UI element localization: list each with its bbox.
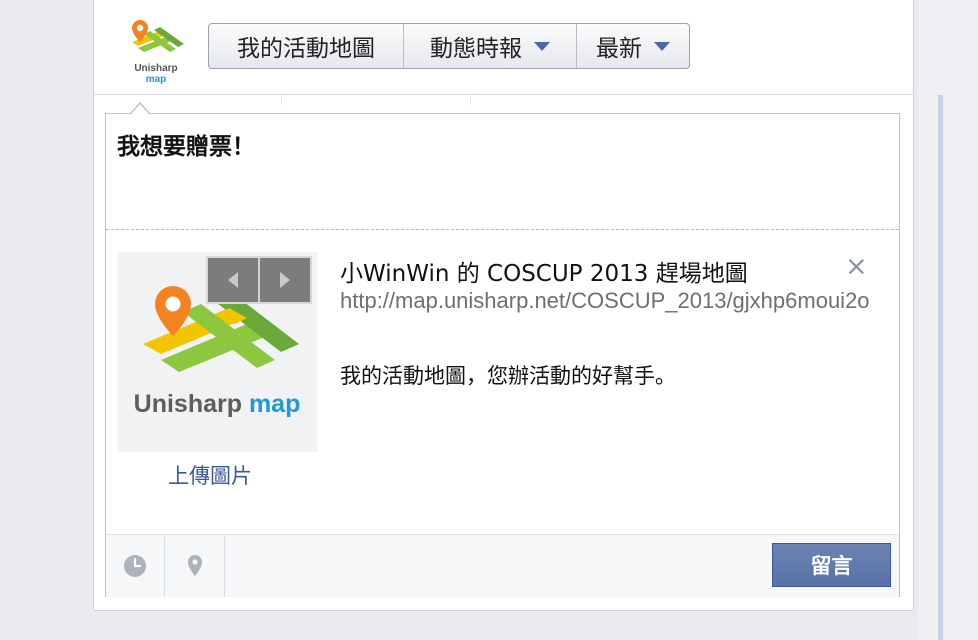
- tab-divider: [281, 95, 282, 105]
- link-preview-description[interactable]: 我的活動地圖，您辦活動的好幫手。: [340, 360, 676, 390]
- location-button[interactable]: [166, 535, 225, 597]
- previous-thumbnail-button[interactable]: [208, 258, 260, 302]
- app-logo[interactable]: Unisharp map: [124, 16, 188, 85]
- view-switcher: 我的活動地圖 動態時報 最新: [208, 23, 690, 69]
- close-icon[interactable]: ×: [845, 252, 868, 282]
- timeline-label: 動態時報: [430, 36, 522, 62]
- thumbnail-brand-text: Unisharp map: [133, 390, 301, 418]
- preview-separator: [106, 229, 899, 230]
- arrow-left-icon: [228, 272, 238, 288]
- latest-dropdown[interactable]: 最新: [577, 24, 689, 68]
- header-divider: [93, 94, 914, 95]
- right-divider: [938, 95, 943, 640]
- my-activity-map-button[interactable]: 我的活動地圖: [209, 24, 404, 68]
- map-logo-icon: [132, 20, 184, 52]
- next-thumbnail-button[interactable]: [260, 258, 310, 302]
- logo-text: Unisharp map: [134, 63, 178, 85]
- link-preview-title[interactable]: 小WinWin 的 COSCUP 2013 趕場地圖: [340, 254, 748, 288]
- post-button[interactable]: 留言: [772, 543, 891, 587]
- right-side-panel: [918, 0, 978, 640]
- tab-divider: [470, 95, 471, 105]
- timeline-dropdown[interactable]: 動態時報: [404, 24, 577, 68]
- status-input-text[interactable]: 我想要贈票！: [117, 127, 255, 161]
- thumbnail-pager: [206, 256, 312, 304]
- latest-label: 最新: [596, 36, 642, 62]
- schedule-button[interactable]: [106, 535, 165, 597]
- chevron-down-icon: [654, 41, 670, 51]
- my-activity-map-label: 我的活動地圖: [237, 36, 375, 62]
- composer-pointer-inner: [131, 104, 149, 114]
- link-preview-url[interactable]: http://map.unisharp.net/COSCUP_2013/gjxh…: [340, 286, 896, 316]
- chevron-down-icon: [534, 41, 550, 51]
- arrow-right-icon: [280, 272, 290, 288]
- location-pin-icon: [188, 555, 202, 576]
- clock-icon: [124, 555, 146, 577]
- upload-photo-link[interactable]: 上傳圖片: [168, 460, 252, 490]
